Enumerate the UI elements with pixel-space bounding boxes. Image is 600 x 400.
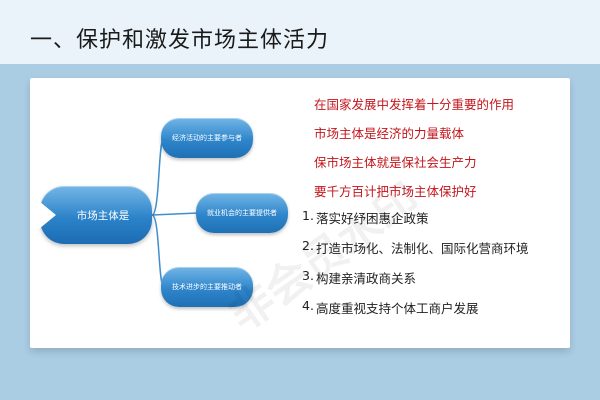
diagram-child-label: 技术进步的主要推动者 [172,283,242,291]
highlight-line: 保市场主体就是保社会生产力 [314,155,477,170]
diagram-root-node: 市场主体是 [40,186,152,244]
measure-number: 3. [302,268,314,283]
highlight-line: 市场主体是经济的力量载体 [314,126,465,141]
diagram-child-node-1: 经济活动的主要参与者 [161,118,253,158]
measure-item: 3. 构建亲清政商关系 [302,268,416,287]
measure-text: 高度重视支持个体工商户发展 [315,301,479,316]
diagram-root-label: 市场主体是 [76,209,130,222]
measure-text: 构建亲清政商关系 [315,271,416,286]
highlight-line: 在国家发展中发挥着十分重要的作用 [314,97,515,112]
root-node-notch [34,197,56,233]
measure-number: 1. [302,208,314,223]
measure-item: 2. 打造市场化、法制化、国际化营商环境 [302,238,528,257]
diagram-child-label: 经济活动的主要参与者 [172,134,242,142]
measure-number: 4. [302,298,314,313]
measure-text: 落实好纾困惠企政策 [315,211,429,226]
measure-item: 1. 落实好纾困惠企政策 [302,208,428,227]
diagram-child-node-3: 技术进步的主要推动者 [161,267,253,307]
measure-item: 4. 高度重视支持个体工商户发展 [302,298,478,317]
page-title: 一、保护和激发市场主体活力 [30,28,330,53]
header-bar: 一、保护和激发市场主体活力 [0,0,600,64]
measure-text: 打造市场化、法制化、国际化营商环境 [315,241,529,256]
highlight-line: 要千方百计把市场主体保护好 [314,184,477,199]
diagram-child-label: 就业机会的主要提供者 [207,209,277,217]
diagram-child-node-2: 就业机会的主要提供者 [196,193,288,233]
measure-number: 2. [302,238,314,253]
